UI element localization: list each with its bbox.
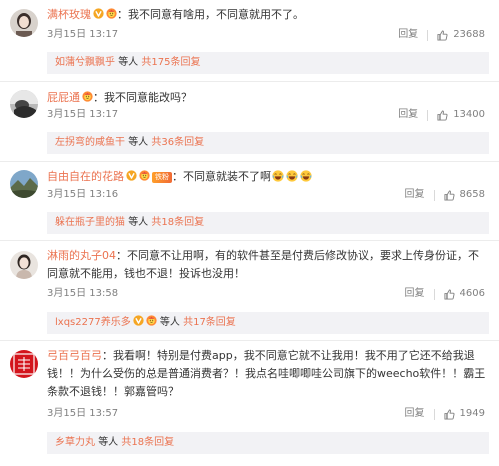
sub-reply-etc: 等人 [128, 217, 149, 228]
like-count: 23688 [453, 29, 485, 40]
comment-actions: 回复 8658 [405, 188, 485, 202]
verified-icon [133, 315, 144, 326]
like-count: 1949 [459, 408, 485, 419]
divider [427, 109, 429, 121]
comment-text-block: 弓百弓百弓：我看啊！特别是付费app，我不同意它就不让我用！我不用了它还不给我退… [47, 349, 486, 398]
comment-date: 3月15日 13:17 [47, 109, 119, 120]
reply-button[interactable]: 回复 [405, 188, 425, 202]
comment-text-block: 满杯玫瑰 ：我不同意有啥用，不同意就用不了。 [47, 8, 304, 21]
divider [433, 288, 435, 300]
like-button[interactable]: 8658 [444, 188, 485, 202]
vip-icon [106, 8, 117, 19]
sub-replies-bar: 乡草力丸 等人 共18条回复 [47, 432, 489, 454]
comment-text-block: 屁屁通 ：我不同意能改吗？ [47, 91, 192, 104]
sub-replies-bar: 躲在瓶子里的猫 等人 共18条回复 [47, 212, 489, 234]
comment-text-block: 淋雨的丸子04：不同意不让用啊，有的软件甚至是付费后修改协议，要求上传身份证，不… [47, 249, 479, 280]
like-count: 4606 [459, 288, 485, 299]
verified-icon [126, 170, 137, 181]
laughing-emoji-icon [272, 170, 284, 182]
sub-reply-etc: 等人 [159, 317, 180, 328]
like-button[interactable]: 1949 [444, 407, 485, 421]
reply-button[interactable]: 回复 [405, 287, 425, 301]
like-button[interactable]: 4606 [444, 287, 485, 301]
comment-text: 我不同意有啥用，不同意就用不了。 [128, 8, 304, 21]
divider [433, 189, 435, 201]
comment-text-block: 自由自在的花路 铁粉 ：不同意就装不了啊 [47, 168, 487, 186]
vip-icon [146, 315, 157, 326]
comment-actions: 回复 13400 [398, 108, 485, 122]
sub-reply-etc: 等人 [118, 57, 139, 68]
like-button[interactable]: 23688 [437, 28, 485, 42]
more-replies-link[interactable]: 共17条回复 [183, 317, 236, 328]
verified-icon [93, 8, 104, 19]
comment-username[interactable]: 屁屁通 [47, 91, 80, 104]
separator [0, 161, 499, 162]
comment-username[interactable]: 弓百弓百弓 [47, 349, 102, 362]
avatar[interactable] [10, 90, 38, 118]
separator [0, 81, 499, 82]
laughing-emoji-icon [300, 170, 312, 182]
more-replies-link[interactable]: 共36条回复 [151, 137, 204, 148]
avatar[interactable] [10, 9, 38, 37]
separator [0, 340, 499, 341]
sub-reply-user[interactable]: 乡草力丸 [55, 437, 95, 448]
laughing-emoji-icon [286, 170, 298, 182]
sub-replies-bar: 左拐弯的咸鱼干 等人 共36条回复 [47, 132, 489, 154]
sub-reply-etc: 等人 [98, 437, 119, 448]
comment-date: 3月15日 13:16 [47, 189, 119, 200]
reply-button[interactable]: 回复 [398, 108, 418, 122]
comment-actions: 回复 1949 [405, 407, 485, 421]
separator [0, 240, 499, 241]
sub-replies-bar: 如蒲兮飘飘乎 等人 共175条回复 [47, 52, 489, 74]
reply-button[interactable]: 回复 [398, 28, 418, 42]
reply-button[interactable]: 回复 [405, 407, 425, 421]
vip-icon [139, 170, 150, 181]
comment-date: 3月15日 13:17 [47, 29, 119, 40]
thumbs-up-icon [437, 30, 448, 41]
more-replies-link[interactable]: 共175条回复 [141, 57, 200, 68]
comment-text: 不同意就装不了啊 [183, 170, 271, 183]
comment-text: 我看啊！特别是付费app，我不同意它就不让我用！我不用了它还不给我退钱！！为什么… [47, 349, 486, 398]
sub-reply-user[interactable]: 躲在瓶子里的猫 [55, 217, 125, 228]
comment-actions: 回复 4606 [405, 287, 485, 301]
vip-icon [82, 91, 93, 102]
comment-text: 我不同意能改吗？ [104, 91, 192, 104]
sub-reply-etc: 等人 [128, 137, 149, 148]
more-replies-link[interactable]: 共18条回复 [121, 437, 174, 448]
sub-reply-user[interactable]: lxqs2277养乐多 [55, 317, 131, 328]
thumbs-up-icon [444, 409, 455, 420]
fan-medal-badge: 铁粉 [152, 172, 172, 183]
divider [433, 408, 435, 420]
comment-date: 3月15日 13:58 [47, 288, 119, 299]
sub-replies-bar: lxqs2277养乐多 等人 共17条回复 [47, 312, 489, 334]
comment-username[interactable]: 自由自在的花路 [47, 170, 124, 183]
divider [427, 29, 429, 41]
avatar[interactable] [10, 350, 38, 378]
more-replies-link[interactable]: 共18条回复 [151, 217, 204, 228]
thumbs-up-icon [444, 190, 455, 201]
like-count: 13400 [453, 109, 485, 120]
comment-username[interactable]: 满杯玫瑰 [47, 8, 91, 21]
avatar[interactable] [10, 251, 38, 279]
like-button[interactable]: 13400 [437, 108, 485, 122]
like-count: 8658 [459, 189, 485, 200]
avatar[interactable] [10, 170, 38, 198]
sub-reply-user[interactable]: 如蒲兮飘飘乎 [55, 57, 115, 68]
thumbs-up-icon [437, 110, 448, 121]
sub-reply-user[interactable]: 左拐弯的咸鱼干 [55, 137, 125, 148]
thumbs-up-icon [444, 289, 455, 300]
comment-actions: 回复 23688 [398, 28, 485, 42]
comment-username[interactable]: 淋雨的丸子04 [47, 249, 116, 262]
comment-date: 3月15日 13:57 [47, 408, 119, 419]
